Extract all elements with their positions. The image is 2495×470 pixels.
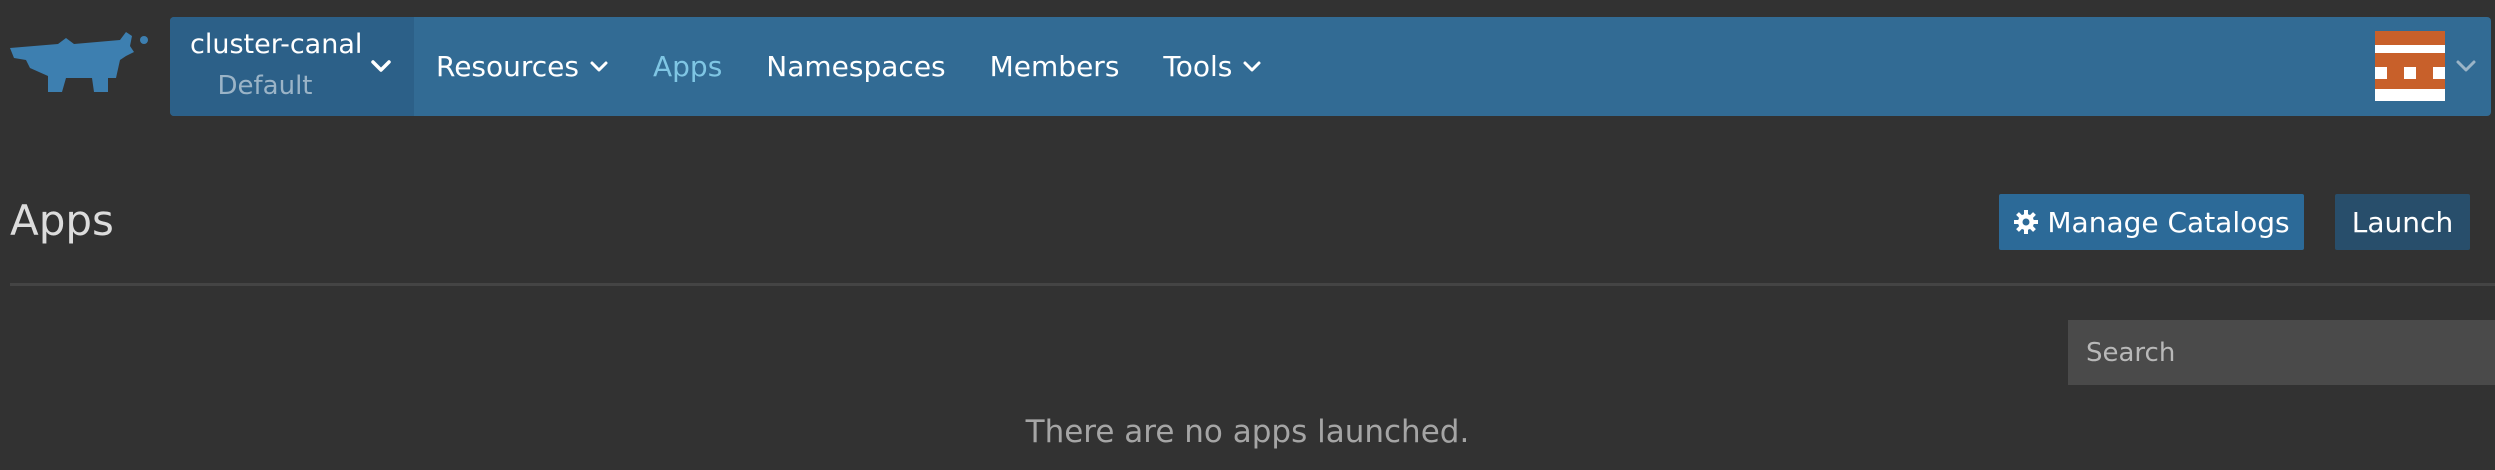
gear-icon	[2014, 210, 2039, 234]
search-input[interactable]	[2068, 320, 2495, 385]
chevron-down-icon	[1243, 61, 1261, 71]
nav-item-members[interactable]: Members	[968, 17, 1142, 116]
nav-item-label: Resources	[436, 50, 579, 83]
chevron-down-icon	[2456, 60, 2476, 72]
nav-item-label: Namespaces	[766, 50, 946, 83]
nav-item-resources[interactable]: Resources	[414, 17, 631, 116]
top-navigation-bar: cluster-canal Default Resources Apps Nam…	[170, 17, 2491, 116]
user-avatar-icon	[2375, 31, 2445, 101]
chevron-down-icon	[590, 61, 608, 71]
empty-state-message: There are no apps launched.	[1025, 414, 1470, 450]
cluster-name: cluster-canal	[190, 29, 363, 60]
project-name: Default	[217, 71, 313, 101]
rancher-logo-icon[interactable]	[8, 26, 148, 102]
nav-item-tools[interactable]: Tools	[1141, 17, 1284, 116]
launch-button[interactable]: Launch	[2335, 194, 2470, 250]
user-menu[interactable]	[2375, 31, 2477, 101]
header-divider	[10, 283, 2495, 286]
cluster-project-switcher[interactable]: cluster-canal Default	[170, 17, 414, 116]
manage-catalogs-button[interactable]: Manage Catalogs	[1999, 194, 2304, 250]
nav-item-label: Members	[989, 50, 1120, 83]
chevron-down-icon	[371, 60, 391, 72]
launch-label: Launch	[2351, 205, 2454, 239]
page-title: Apps	[10, 196, 114, 245]
nav-item-namespaces[interactable]: Namespaces	[744, 17, 967, 116]
apps-page: cluster-canal Default Resources Apps Nam…	[0, 0, 2495, 470]
nav-item-label: Apps	[653, 50, 723, 83]
manage-catalogs-label: Manage Catalogs	[2047, 205, 2290, 239]
nav-item-apps[interactable]: Apps	[631, 17, 744, 116]
main-nav: Resources Apps Namespaces Members Tools	[414, 17, 1284, 116]
nav-item-label: Tools	[1163, 50, 1233, 83]
